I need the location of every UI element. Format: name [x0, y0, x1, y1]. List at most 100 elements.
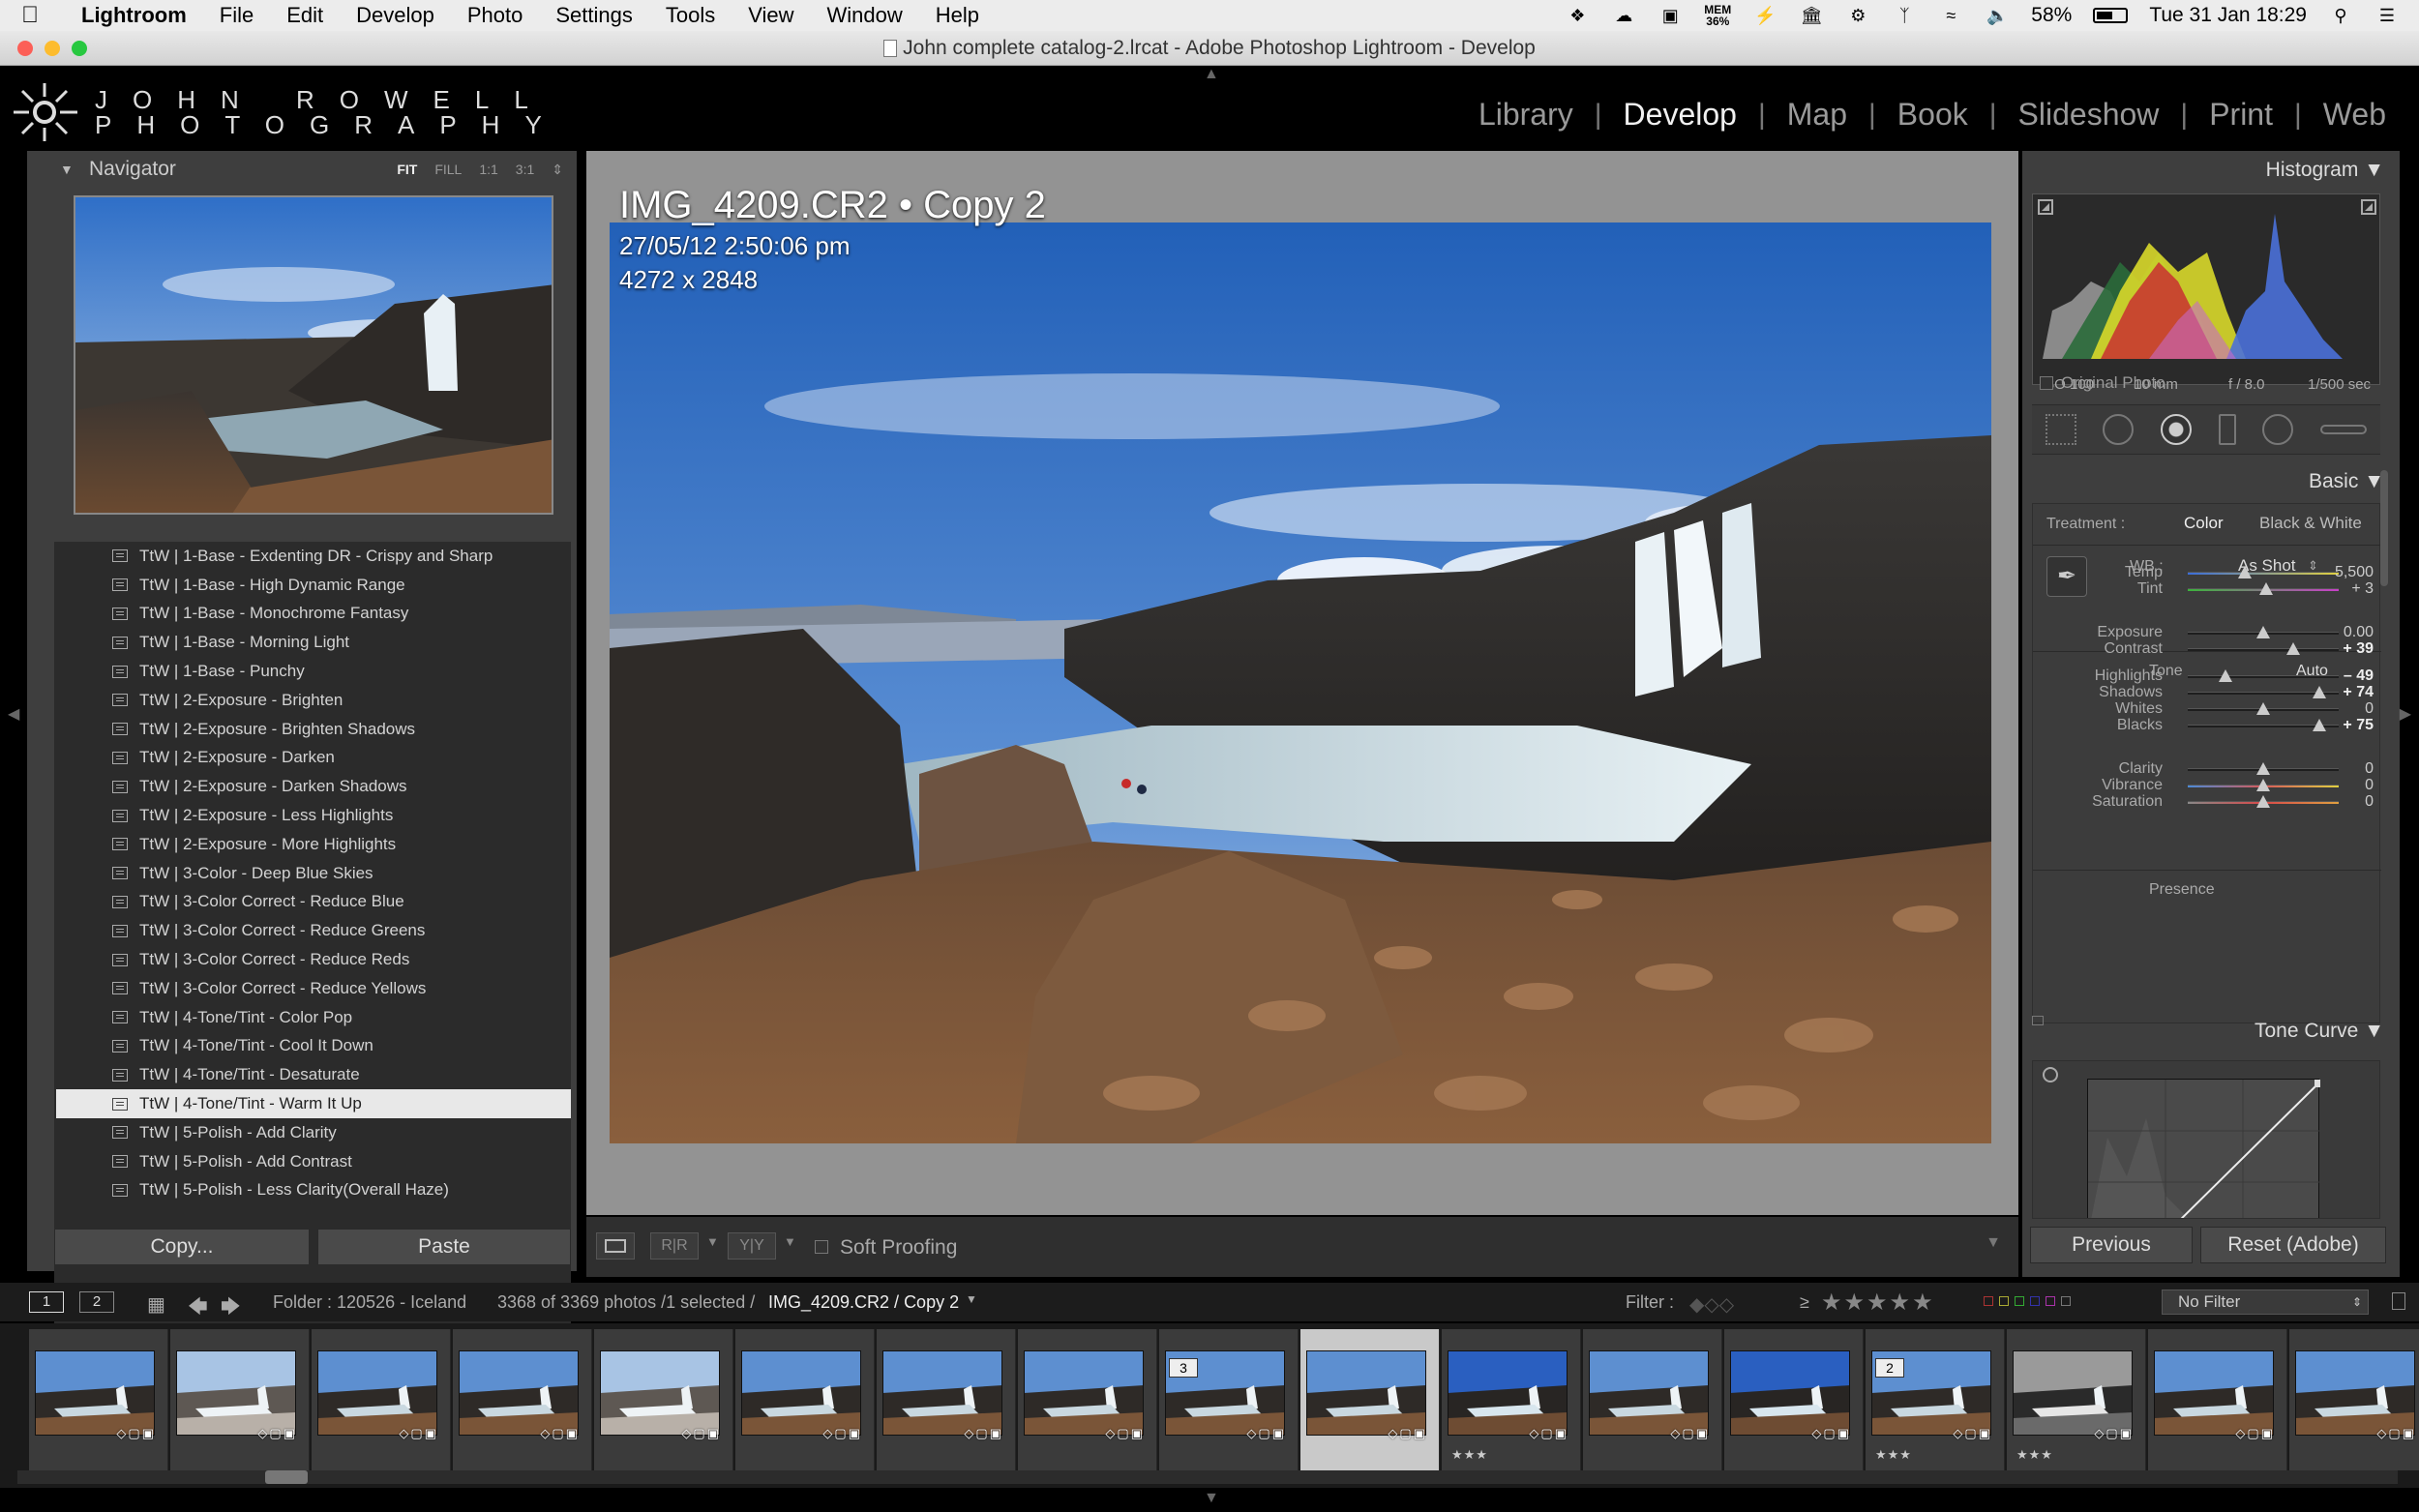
- stack-count-badge[interactable]: 3: [1169, 1358, 1198, 1378]
- wifi-icon[interactable]: ≈: [1938, 6, 1963, 25]
- thumbnail-badge-icons[interactable]: ◇▢▣: [1670, 1426, 1710, 1441]
- preset-item[interactable]: TtW | 1-Base - High Dynamic Range: [56, 571, 571, 600]
- slider-value-contrast[interactable]: + 39: [2315, 640, 2374, 658]
- filmstrip-scroll-thumb[interactable]: [265, 1470, 308, 1484]
- thumbnail-badge-icons[interactable]: ◇▢▣: [1953, 1426, 1992, 1441]
- current-filename[interactable]: IMG_4209.CR2 / Copy 2: [768, 1292, 959, 1313]
- clock[interactable]: Tue 31 Jan 18:29: [2149, 4, 2307, 27]
- previous-button[interactable]: Previous: [2030, 1227, 2193, 1263]
- display-icon[interactable]: ▣: [1657, 6, 1683, 25]
- module-book[interactable]: Book: [1876, 97, 1989, 133]
- reset-button[interactable]: Reset (Adobe): [2200, 1227, 2386, 1263]
- loupe-view-button[interactable]: [596, 1232, 635, 1260]
- slider-thumb-contrast[interactable]: [2286, 642, 2301, 655]
- preset-item[interactable]: TtW | 4-Tone/Tint - Desaturate: [56, 1060, 571, 1089]
- slider-thumb-saturation[interactable]: [2256, 795, 2270, 808]
- original-photo-toggle[interactable]: Original Photo: [2040, 373, 2165, 393]
- preset-item[interactable]: TtW | 4-Tone/Tint - Warm It Up: [56, 1089, 571, 1118]
- slider-value-whites[interactable]: 0: [2315, 700, 2374, 718]
- preset-item[interactable]: TtW | 3-Color Correct - Reduce Yellows: [56, 974, 571, 1003]
- thumbnail-badge-icons[interactable]: ◇▢▣: [1811, 1426, 1851, 1441]
- left-panel-toggle-icon[interactable]: ◀: [8, 704, 19, 724]
- red-eye-tool-icon[interactable]: [2161, 414, 2193, 445]
- flag-filter-icons[interactable]: ◆◇◇: [1689, 1292, 1734, 1317]
- close-window-button[interactable]: [17, 41, 33, 56]
- filename-dropdown-icon[interactable]: ▼: [966, 1292, 977, 1306]
- slider-value-vibrance[interactable]: 0: [2315, 777, 2374, 794]
- spotlight-search-icon[interactable]: ⚲: [2328, 6, 2353, 25]
- preset-item[interactable]: TtW | 4-Tone/Tint - Color Pop: [56, 1003, 571, 1032]
- filmstrip-thumbnail[interactable]: ◇▢▣: [453, 1329, 592, 1470]
- slider-value-blacks[interactable]: + 75: [2315, 717, 2374, 734]
- bluetooth-icon[interactable]: ᛉ: [1892, 6, 1917, 25]
- thumbnail-badge-icons[interactable]: ◇▢▣: [1105, 1426, 1145, 1441]
- rating-filter-stars[interactable]: ★★★★★: [1821, 1289, 1935, 1317]
- filmstrip-thumbnail[interactable]: ◇▢▣ 3: [1159, 1329, 1299, 1470]
- spot-removal-tool-icon[interactable]: [2103, 414, 2135, 445]
- treatment-bw-option[interactable]: Black & White: [2259, 514, 2362, 533]
- filmstrip-thumbnail[interactable]: ◇▢▣: [2148, 1329, 2287, 1470]
- preset-item[interactable]: TtW | 2-Exposure - Darken Shadows: [56, 772, 571, 801]
- preset-item[interactable]: TtW | 5-Polish - Less Clarity(Overall Ha…: [56, 1176, 571, 1205]
- targeted-adjustment-icon[interactable]: [2043, 1067, 2058, 1082]
- radial-filter-tool-icon[interactable]: [2262, 414, 2294, 445]
- collapse-triangle-icon[interactable]: ▼: [2364, 159, 2384, 181]
- copy-settings-button[interactable]: Copy...: [54, 1229, 310, 1265]
- slider-thumb-exposure[interactable]: [2256, 626, 2270, 638]
- thumbnail-badge-icons[interactable]: ◇▢▣: [1388, 1426, 1427, 1441]
- menu-settings[interactable]: Settings: [555, 3, 633, 28]
- forward-arrow-icon[interactable]: 🡆: [221, 1292, 241, 1325]
- collapse-triangle-icon[interactable]: ▼: [2364, 1020, 2384, 1042]
- swap-dropdown-icon[interactable]: ▼: [784, 1234, 796, 1249]
- zoom-3-1[interactable]: 3:1: [516, 162, 534, 178]
- preset-item[interactable]: TtW | 5-Polish - Add Contrast: [56, 1147, 571, 1176]
- preset-item[interactable]: TtW | 2-Exposure - Less Highlights: [56, 801, 571, 830]
- develop-photo[interactable]: [610, 222, 1991, 1143]
- filmstrip-thumbnail[interactable]: ◇▢▣ ★★★: [1442, 1329, 1581, 1470]
- slider-thumb-highlights[interactable]: [2219, 669, 2232, 682]
- toolbar-menu-icon[interactable]: ▼: [1986, 1234, 2001, 1252]
- rating-operator[interactable]: ≥: [1800, 1292, 1809, 1313]
- filmstrip-thumbnail[interactable]: ◇▢▣ ★★★: [2007, 1329, 2146, 1470]
- apple-icon[interactable]: : [21, 2, 56, 29]
- thumbnail-badge-icons[interactable]: ◇▢▣: [2235, 1426, 2275, 1441]
- module-map[interactable]: Map: [1766, 97, 1868, 133]
- filmstrip-thumbnail[interactable]: ◇▢▣: [735, 1329, 875, 1470]
- dropbox-icon[interactable]: ❖: [1565, 6, 1590, 25]
- preset-item[interactable]: TtW | 1-Base - Exdenting DR - Crispy and…: [56, 542, 571, 571]
- right-panel-toggle-icon[interactable]: ▶: [2400, 704, 2411, 724]
- preset-item[interactable]: TtW | 2-Exposure - Brighten Shadows: [56, 715, 571, 744]
- preset-item[interactable]: TtW | 4-Tone/Tint - Cool It Down: [56, 1032, 571, 1061]
- filmstrip-thumbnail[interactable]: ◇▢▣: [170, 1329, 310, 1470]
- zoom-fit[interactable]: FIT: [397, 162, 417, 178]
- soft-proofing-checkbox[interactable]: [815, 1240, 828, 1254]
- module-print[interactable]: Print: [2188, 97, 2294, 133]
- thumbnail-badge-icons[interactable]: ◇▢▣: [257, 1426, 297, 1441]
- before-after-button[interactable]: R|R: [650, 1232, 699, 1260]
- histogram-header[interactable]: Histogram ▼: [2266, 159, 2384, 182]
- preset-item[interactable]: TtW | 2-Exposure - More Highlights: [56, 830, 571, 859]
- filmstrip-thumbnail[interactable]: ◇▢▣: [1300, 1329, 1440, 1470]
- minimize-window-button[interactable]: [45, 41, 60, 56]
- battery-icon[interactable]: [2093, 8, 2129, 23]
- menu-tools[interactable]: Tools: [666, 3, 715, 28]
- module-web[interactable]: Web: [2302, 97, 2407, 133]
- creative-cloud-icon[interactable]: ☁: [1611, 6, 1636, 25]
- filter-lock-icon[interactable]: [2392, 1292, 2405, 1310]
- slider-thumb-clarity[interactable]: [2256, 762, 2270, 775]
- zoom-1-1[interactable]: 1:1: [479, 162, 497, 178]
- slider-thumb-whites[interactable]: [2256, 702, 2270, 715]
- thumbnail-badge-icons[interactable]: ◇▢▣: [822, 1426, 862, 1441]
- thumbnail-badge-icons[interactable]: ◇▢▣: [399, 1426, 438, 1441]
- preset-item[interactable]: TtW | 3-Color Correct - Reduce Reds: [56, 945, 571, 974]
- thumbnail-badge-icons[interactable]: ◇▢▣: [2094, 1426, 2134, 1441]
- menu-file[interactable]: File: [220, 3, 254, 28]
- memory-indicator[interactable]: MEM 36%: [1704, 4, 1731, 27]
- right-panel-scrollbar[interactable]: [2380, 470, 2388, 586]
- slider-value-tint[interactable]: + 3: [2315, 580, 2374, 598]
- slider-value-exposure[interactable]: 0.00: [2315, 624, 2374, 641]
- module-slideshow[interactable]: Slideshow: [1997, 97, 2181, 133]
- preset-item[interactable]: TtW | 1-Base - Morning Light: [56, 628, 571, 657]
- menu-view[interactable]: View: [748, 3, 793, 28]
- zoom-fill[interactable]: FILL: [434, 162, 462, 178]
